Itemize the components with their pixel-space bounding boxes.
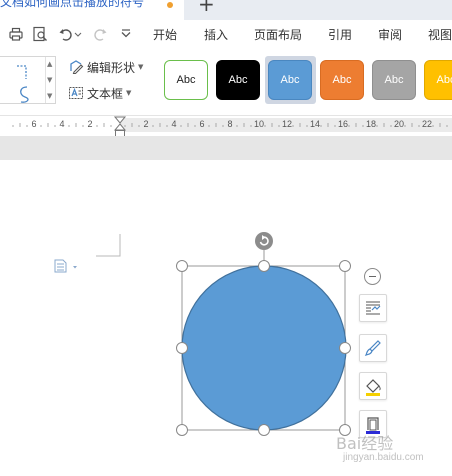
resize-handle[interactable] xyxy=(339,342,351,354)
resize-handle[interactable] xyxy=(258,424,270,436)
collapse-toolbar-icon[interactable] xyxy=(364,268,381,285)
watermark-url: jingyan.baidu.com xyxy=(343,452,424,463)
rotate-handle-icon[interactable] xyxy=(255,232,273,250)
fill-bucket-icon xyxy=(366,379,381,396)
circle-shape[interactable] xyxy=(181,265,347,431)
shape-layer xyxy=(54,232,351,436)
layout-options-button[interactable] xyxy=(359,294,387,322)
shape-fill-button[interactable] xyxy=(359,372,387,400)
anchor-paragraph-icon[interactable] xyxy=(54,259,77,273)
resize-handle[interactable] xyxy=(176,260,188,272)
resize-handle[interactable] xyxy=(176,342,188,354)
resize-handle[interactable] xyxy=(339,260,351,272)
brush-icon xyxy=(364,340,381,357)
resize-handle[interactable] xyxy=(258,260,270,272)
margin-corner-mark xyxy=(96,234,121,257)
watermark-logo: Bai经验 xyxy=(336,434,394,453)
shape-outline-button[interactable] xyxy=(359,334,387,362)
text-wrap-icon xyxy=(366,301,381,315)
resize-handle[interactable] xyxy=(176,424,188,436)
